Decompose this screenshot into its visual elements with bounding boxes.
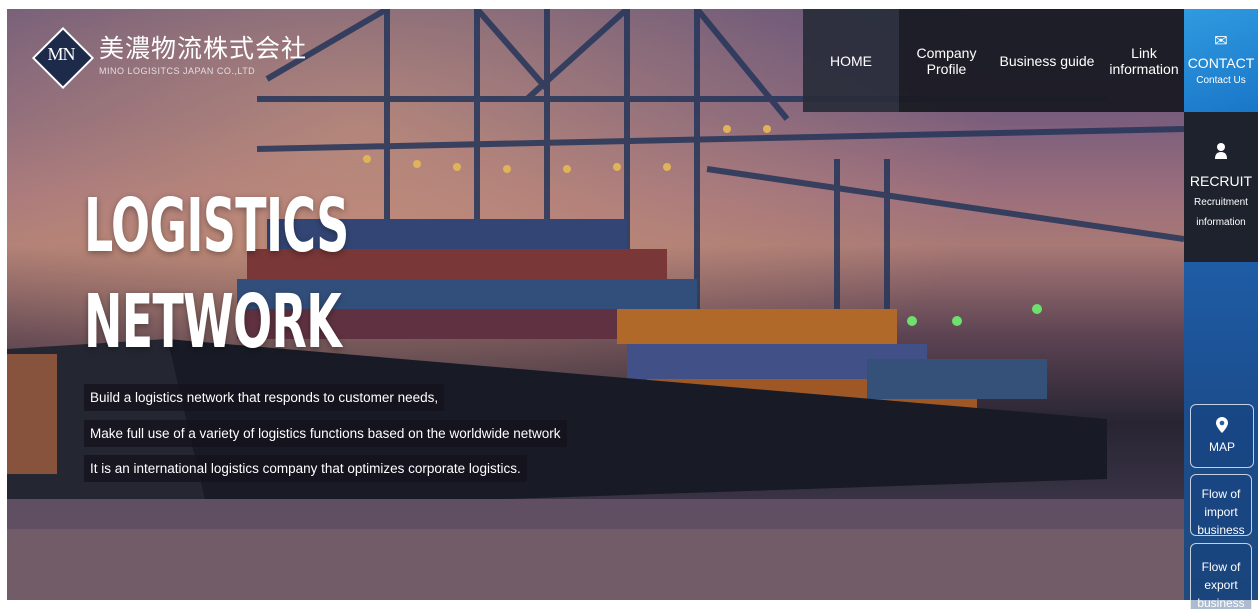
hero-tagline-1: Build a logistics network that responds … <box>84 384 445 411</box>
logo-text: 美濃物流株式会社 MINO LOGISITCS JAPAN CO.,LTD <box>99 34 308 77</box>
hero-tagline-2: Make full use of a variety of logistics … <box>84 420 567 447</box>
logo-mark-text: MN <box>47 44 75 64</box>
headline-line-2: NETWORK <box>84 279 342 365</box>
import-flow-button[interactable]: Flow of import business <box>1190 474 1252 536</box>
nav-home[interactable]: HOME <box>803 9 899 112</box>
recruit-button[interactable]: RECRUIT Recruitment information <box>1184 112 1258 262</box>
contact-subtitle: Contact Us <box>1196 75 1246 86</box>
nav-link-information[interactable]: Link information <box>1100 9 1188 112</box>
right-sidebar: ✉ CONTACT Contact Us RECRUIT Recruitment… <box>1184 9 1258 609</box>
hero-headline: LOGISTICS NETWORK <box>84 178 349 370</box>
hero-tagline-3: It is an international logistics company… <box>84 455 527 482</box>
headline-line-1: LOGISTICS <box>84 183 349 269</box>
nav-links-group: Company Profile Business guide Link info… <box>899 9 1188 112</box>
map-button[interactable]: MAP <box>1190 404 1254 468</box>
contact-title: CONTACT <box>1187 55 1255 71</box>
person-icon <box>1184 142 1258 165</box>
main-navigation: HOME Company Profile Business guide Link… <box>803 9 1188 112</box>
nav-company-profile[interactable]: Company Profile <box>899 9 994 112</box>
map-pin-icon <box>1191 417 1253 438</box>
export-flow-button[interactable]: Flow of export business <box>1190 543 1252 609</box>
mail-icon: ✉ <box>1214 33 1228 50</box>
contact-button[interactable]: ✉ CONTACT Contact Us <box>1184 9 1258 112</box>
company-logo[interactable]: MN 美濃物流株式会社 MINO LOGISITCS JAPAN CO.,LTD <box>31 26 308 90</box>
nav-business-guide[interactable]: Business guide <box>994 9 1100 112</box>
recruit-title: RECRUIT <box>1189 173 1253 189</box>
company-name-jp: 美濃物流株式会社 <box>99 34 308 63</box>
company-name-en: MINO LOGISITCS JAPAN CO.,LTD <box>99 66 256 76</box>
logo-mark: MN <box>31 26 95 90</box>
recruit-subtitle: Recruitment information <box>1194 197 1248 228</box>
map-label: MAP <box>1208 440 1235 454</box>
